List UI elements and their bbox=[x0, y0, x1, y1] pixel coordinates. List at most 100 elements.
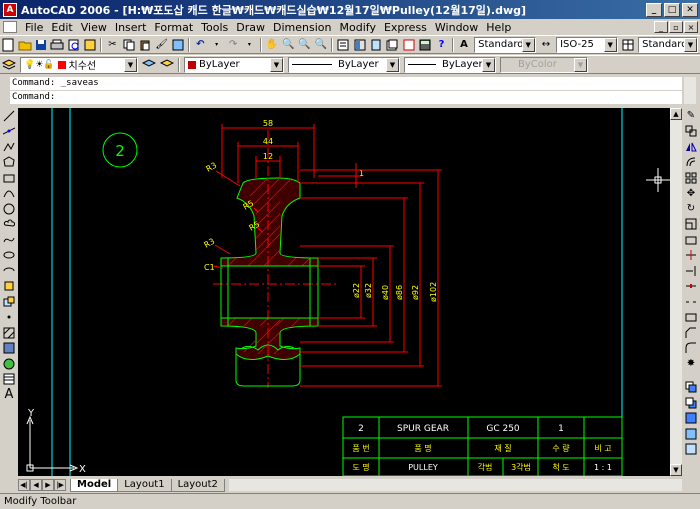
menu-format[interactable]: Format bbox=[150, 21, 197, 34]
next-tab-button[interactable]: ▶ bbox=[42, 479, 54, 491]
copy-icon[interactable] bbox=[122, 37, 136, 53]
menu-insert[interactable]: Insert bbox=[111, 21, 151, 34]
table-style-icon[interactable] bbox=[621, 37, 635, 53]
line-icon[interactable] bbox=[1, 108, 17, 124]
rotate-icon[interactable]: ↻ bbox=[683, 201, 699, 217]
table-icon[interactable] bbox=[1, 372, 17, 388]
design-center-icon[interactable] bbox=[353, 37, 367, 53]
layer-previous-icon[interactable] bbox=[159, 57, 175, 73]
open-icon[interactable] bbox=[17, 37, 32, 53]
linetype-dropdown[interactable]: ByLayer ▼ bbox=[288, 56, 400, 73]
command-input[interactable]: Command: bbox=[10, 91, 682, 104]
ellipse-arc-icon[interactable] bbox=[1, 263, 17, 279]
menu-help[interactable]: Help bbox=[482, 21, 515, 34]
join-icon[interactable] bbox=[683, 310, 699, 326]
break-icon[interactable] bbox=[683, 294, 699, 310]
first-tab-button[interactable]: ◀| bbox=[18, 479, 30, 491]
menu-file[interactable]: File bbox=[21, 21, 47, 34]
extend-icon[interactable] bbox=[683, 263, 699, 279]
menu-window[interactable]: Window bbox=[431, 21, 482, 34]
hatch-icon[interactable] bbox=[1, 325, 17, 341]
doc-minimize-button[interactable]: _ bbox=[654, 21, 668, 33]
circle-icon[interactable] bbox=[1, 201, 17, 217]
draworder-below-icon[interactable] bbox=[683, 426, 699, 442]
stretch-icon[interactable] bbox=[683, 232, 699, 248]
construction-line-icon[interactable] bbox=[1, 124, 17, 140]
region-icon[interactable] bbox=[1, 356, 17, 372]
draworder-above-icon[interactable] bbox=[683, 411, 699, 427]
draworder-back-icon[interactable] bbox=[683, 395, 699, 411]
menu-view[interactable]: View bbox=[77, 21, 111, 34]
mirror-icon[interactable] bbox=[683, 139, 699, 155]
fillet-icon[interactable] bbox=[683, 341, 699, 357]
tab-model[interactable]: Model bbox=[70, 478, 119, 492]
text-front-icon[interactable] bbox=[683, 442, 699, 458]
layer-dropdown[interactable]: 💡 ☀ 🔓 치수선 ▼ bbox=[20, 56, 138, 73]
doc-close-button[interactable]: × bbox=[684, 21, 698, 33]
zoom-window-icon[interactable]: 🔍 bbox=[297, 37, 311, 53]
make-block-icon[interactable] bbox=[1, 294, 17, 310]
redo-icon[interactable]: ↷ bbox=[226, 37, 240, 53]
chamfer-icon[interactable] bbox=[683, 325, 699, 341]
polygon-icon[interactable] bbox=[1, 155, 17, 171]
zoom-realtime-icon[interactable]: 🔍 bbox=[281, 37, 295, 53]
plot-icon[interactable] bbox=[50, 37, 64, 53]
menu-edit[interactable]: Edit bbox=[47, 21, 76, 34]
undo-dropdown-icon[interactable]: ▾ bbox=[210, 37, 224, 53]
multiline-text-icon[interactable]: A bbox=[1, 387, 17, 403]
block-editor-icon[interactable] bbox=[171, 37, 185, 53]
make-current-layer-icon[interactable] bbox=[141, 57, 157, 73]
erase-icon[interactable]: ✎ bbox=[683, 108, 699, 124]
menu-dimension[interactable]: Dimension bbox=[269, 21, 335, 34]
zoom-previous-icon[interactable]: 🔍 bbox=[314, 37, 328, 53]
trim-icon[interactable] bbox=[683, 248, 699, 264]
break-at-point-icon[interactable] bbox=[683, 279, 699, 295]
menu-draw[interactable]: Draw bbox=[232, 21, 269, 34]
undo-icon[interactable]: ↶ bbox=[193, 37, 207, 53]
dim-style-icon[interactable]: ↔ bbox=[539, 37, 553, 53]
match-properties-icon[interactable]: 🖌 bbox=[154, 37, 168, 53]
offset-icon[interactable] bbox=[683, 155, 699, 171]
color-dropdown[interactable]: ByLayer ▼ bbox=[184, 56, 284, 73]
explode-icon[interactable]: ✸ bbox=[683, 356, 699, 372]
rectangle-icon[interactable] bbox=[1, 170, 17, 186]
revision-cloud-icon[interactable] bbox=[1, 217, 17, 233]
cut-icon[interactable]: ✂ bbox=[105, 37, 119, 53]
minimize-button[interactable]: _ bbox=[646, 2, 662, 17]
point-icon[interactable] bbox=[1, 310, 17, 326]
close-button[interactable]: ✕ bbox=[682, 2, 698, 17]
lineweight-dropdown[interactable]: ByLayer ▼ bbox=[404, 56, 496, 73]
layer-manager-icon[interactable] bbox=[1, 57, 17, 73]
ellipse-icon[interactable] bbox=[1, 248, 17, 264]
plot-preview-icon[interactable] bbox=[67, 37, 81, 53]
paste-icon[interactable] bbox=[138, 37, 152, 53]
help-icon[interactable]: ? bbox=[434, 37, 448, 53]
arc-icon[interactable] bbox=[1, 186, 17, 202]
autocad-logo-icon[interactable]: A bbox=[3, 2, 17, 17]
publish-icon[interactable] bbox=[83, 37, 97, 53]
pan-icon[interactable]: ✋ bbox=[265, 37, 279, 53]
insert-block-icon[interactable] bbox=[1, 279, 17, 295]
vertical-scrollbar[interactable]: ▲ ▼ bbox=[670, 108, 682, 476]
drawing-canvas[interactable]: 2 58 44 12 1 R3 R5 R5 R3 C1 ø22 ø32 ø40 … bbox=[18, 108, 670, 477]
dim-style-dropdown[interactable]: ISO-25 ▼ bbox=[556, 36, 618, 53]
scroll-up-button[interactable]: ▲ bbox=[670, 108, 682, 120]
menu-modify[interactable]: Modify bbox=[336, 21, 380, 34]
prev-tab-button[interactable]: ◀ bbox=[30, 479, 42, 491]
save-icon[interactable] bbox=[34, 37, 48, 53]
menu-tools[interactable]: Tools bbox=[197, 21, 232, 34]
last-tab-button[interactable]: |▶ bbox=[54, 479, 66, 491]
copy-object-icon[interactable] bbox=[683, 124, 699, 140]
maximize-button[interactable]: □ bbox=[664, 2, 680, 17]
tab-layout1[interactable]: Layout1 bbox=[117, 478, 172, 492]
markup-icon[interactable] bbox=[402, 37, 416, 53]
redo-dropdown-icon[interactable]: ▾ bbox=[242, 37, 256, 53]
command-scrollbar[interactable] bbox=[684, 77, 696, 104]
scroll-down-button[interactable]: ▼ bbox=[670, 464, 682, 476]
spline-icon[interactable] bbox=[1, 232, 17, 248]
new-icon[interactable] bbox=[1, 37, 15, 53]
draworder-front-icon[interactable] bbox=[683, 380, 699, 396]
calculator-icon[interactable] bbox=[418, 37, 432, 53]
tool-palettes-icon[interactable] bbox=[369, 37, 383, 53]
horizontal-scrollbar[interactable] bbox=[228, 479, 682, 491]
